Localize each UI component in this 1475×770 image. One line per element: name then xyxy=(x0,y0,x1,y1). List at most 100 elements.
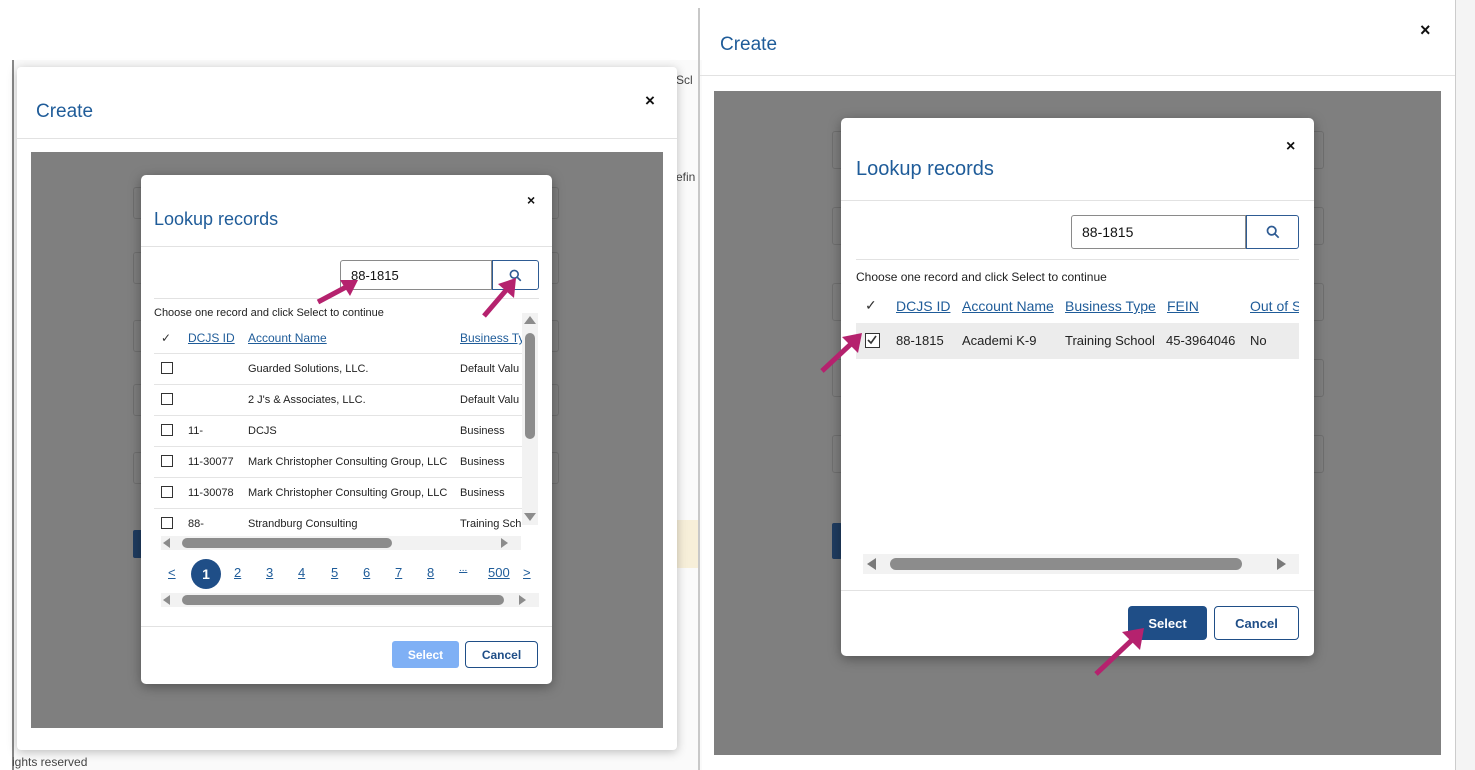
checkbox-icon[interactable] xyxy=(161,517,173,529)
pagination-page-4[interactable]: 4 xyxy=(298,565,305,580)
pagination-prev[interactable]: < xyxy=(168,565,176,580)
cancel-button[interactable]: Cancel xyxy=(465,641,538,668)
table-row[interactable]: Guarded Solutions, LLC. Default Valu xyxy=(154,354,524,385)
scroll-arrow-icon[interactable] xyxy=(1277,558,1286,570)
pagination-last-page[interactable]: 500 xyxy=(488,565,510,580)
pagination-ellipsis: ... xyxy=(459,563,468,574)
checkbox-icon[interactable] xyxy=(161,424,173,436)
bg-fragment-efin: efin xyxy=(676,170,696,184)
pagination-page-3[interactable]: 3 xyxy=(266,565,273,580)
column-header-business-type[interactable]: Business Ty xyxy=(460,331,524,345)
table-row[interactable]: 11-30078 Mark Christopher Consulting Gro… xyxy=(154,478,524,509)
row-account-name: Mark Christopher Consulting Group, LLC xyxy=(248,487,448,499)
row-dcjs-id: 88-1815 xyxy=(896,333,944,348)
right-screenshot: Create × Lookup records × Choose one rec… xyxy=(700,0,1475,770)
pagination-page-8[interactable]: 8 xyxy=(427,565,434,580)
scroll-arrow-icon[interactable] xyxy=(501,538,508,548)
right-edge-strip xyxy=(1455,0,1475,770)
pagination-scroll-thumb[interactable] xyxy=(182,595,504,605)
row-out-of-state: No xyxy=(1250,333,1267,348)
column-header-business-type[interactable]: Business Type xyxy=(1065,298,1156,314)
select-button[interactable]: Select xyxy=(392,641,459,668)
checkmark-icon: ✓ xyxy=(865,297,877,313)
row-account-name: Mark Christopher Consulting Group, LLC xyxy=(248,456,448,468)
scroll-arrow-icon[interactable] xyxy=(524,513,536,521)
row-dcjs-id: 11-30077 xyxy=(188,456,234,468)
checkbox-icon[interactable] xyxy=(161,393,173,405)
row-business-type: Business xyxy=(460,456,505,468)
table-row[interactable]: 88- Strandburg Consulting Training Sch xyxy=(154,509,524,533)
row-business-type: Default Valu xyxy=(460,363,520,375)
annotation-arrow-icon xyxy=(820,333,862,373)
checkbox-icon[interactable] xyxy=(161,486,173,498)
vertical-scroll-thumb[interactable] xyxy=(525,333,535,439)
footer-divider xyxy=(841,590,1314,591)
column-header-fein[interactable]: FEIN xyxy=(1167,298,1199,314)
horizontal-scroll-thumb[interactable] xyxy=(890,558,1242,570)
column-header-dcjs-id[interactable]: DCJS ID xyxy=(896,298,950,314)
create-dialog: Create × Lookup records × Choose one rec… xyxy=(17,67,677,750)
table-row[interactable]: 11-30077 Mark Christopher Consulting Gro… xyxy=(154,447,524,478)
row-account-name: Guarded Solutions, LLC. xyxy=(248,363,369,375)
left-screenshot: Scl efin Create × Lookup records × Choos… xyxy=(0,0,702,770)
row-business-type: Business xyxy=(460,487,505,499)
close-icon[interactable]: × xyxy=(645,91,655,111)
search-input[interactable] xyxy=(1071,215,1246,249)
close-icon[interactable]: × xyxy=(1286,138,1295,156)
footer-divider xyxy=(141,626,552,627)
row-business-type: Business xyxy=(460,425,505,437)
horizontal-scrollbar[interactable] xyxy=(863,554,1299,574)
lookup-divider xyxy=(141,246,552,247)
horizontal-scrollbar[interactable] xyxy=(161,536,521,550)
lookup-title: Lookup records xyxy=(856,158,994,180)
pagination-page-6[interactable]: 6 xyxy=(363,565,370,580)
pagination-next[interactable]: > xyxy=(523,565,531,580)
pagination-scrollbar[interactable] xyxy=(161,593,539,607)
close-icon[interactable]: × xyxy=(527,192,535,208)
vertical-scrollbar[interactable] xyxy=(522,313,538,525)
lookup-dialog: Lookup records × Choose one record and c… xyxy=(841,118,1314,656)
pagination-page-7[interactable]: 7 xyxy=(395,565,402,580)
scroll-arrow-icon[interactable] xyxy=(867,558,876,570)
annotation-arrow-icon xyxy=(482,278,516,318)
row-account-name: 2 J's & Associates, LLC. xyxy=(248,394,366,406)
lookup-dialog: Lookup records × Choose one record and c… xyxy=(141,175,552,684)
row-fein: 45-3964046 xyxy=(1166,333,1236,348)
row-dcjs-id: 11- xyxy=(188,425,204,437)
create-dialog-title: Create xyxy=(720,34,778,55)
search-icon xyxy=(1266,225,1279,239)
table-row[interactable]: 88-1815 Academi K-9 Training School 45-3… xyxy=(856,323,1299,359)
search-button[interactable] xyxy=(1246,215,1299,249)
table-row[interactable]: 11- DCJS Business xyxy=(154,416,524,447)
create-dialog-title: Create xyxy=(36,101,94,122)
column-header-account-name[interactable]: Account Name xyxy=(248,331,327,345)
row-dcjs-id: 88- xyxy=(188,518,204,530)
records-table: ✓ DCJS ID Account Name Business Ty Guard… xyxy=(154,325,524,533)
pagination-page-2[interactable]: 2 xyxy=(234,565,241,580)
instruction-text: Choose one record and click Select to co… xyxy=(856,270,1107,284)
close-icon[interactable]: × xyxy=(1420,20,1431,41)
checkmark-icon: ✓ xyxy=(161,331,172,345)
horizontal-scroll-thumb[interactable] xyxy=(182,538,392,548)
checkbox-icon[interactable] xyxy=(161,362,173,374)
column-header-account-name[interactable]: Account Name xyxy=(962,298,1054,314)
lookup-title: Lookup records xyxy=(154,209,279,229)
annotation-arrow-icon xyxy=(316,280,358,305)
checkbox-icon[interactable] xyxy=(161,455,173,467)
row-account-name: DCJS xyxy=(248,425,277,437)
scroll-arrow-icon[interactable] xyxy=(163,538,170,548)
table-row[interactable]: 2 J's & Associates, LLC. Default Valu xyxy=(154,385,524,416)
pagination-page-5[interactable]: 5 xyxy=(331,565,338,580)
row-account-name: Academi K-9 xyxy=(962,333,1037,348)
pagination-current-page[interactable]: 1 xyxy=(191,559,221,589)
column-header-out-of-state[interactable]: Out of S xyxy=(1250,298,1299,314)
column-header-dcjs-id[interactable]: DCJS ID xyxy=(188,331,235,345)
cancel-button[interactable]: Cancel xyxy=(1214,606,1299,640)
row-dcjs-id: 11-30078 xyxy=(188,487,234,499)
create-dialog-divider xyxy=(700,75,1455,76)
bg-fragment-scl: Scl xyxy=(676,73,693,87)
bg-strip xyxy=(676,520,700,568)
scroll-arrow-icon[interactable] xyxy=(519,595,526,605)
row-business-type: Training Sch xyxy=(460,518,522,530)
scroll-arrow-icon[interactable] xyxy=(163,595,170,605)
